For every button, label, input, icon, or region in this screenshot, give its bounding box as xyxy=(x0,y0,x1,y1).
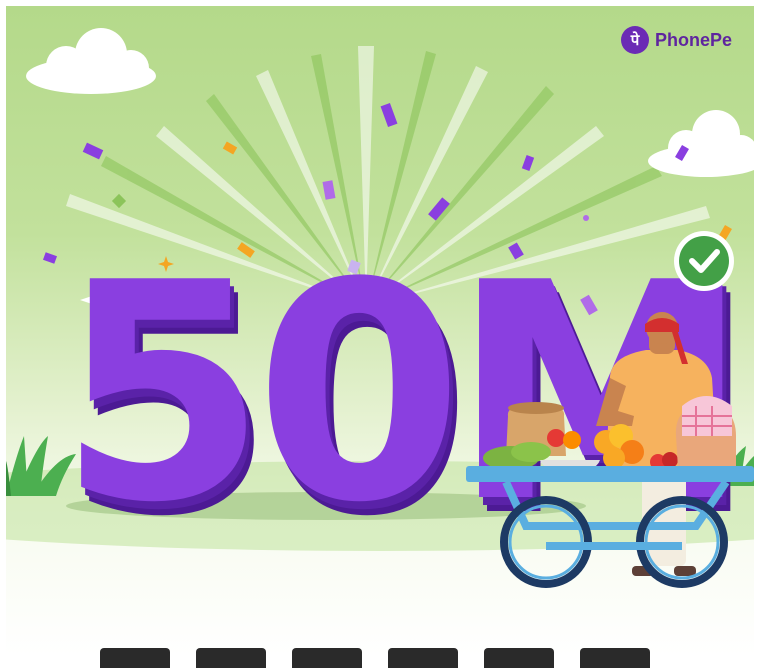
check-badge-icon xyxy=(674,231,734,291)
vendor-cart-illustration xyxy=(466,312,754,588)
cropped-caption xyxy=(100,648,740,668)
cart-tray xyxy=(466,466,754,482)
banner: पे PhonePe 50M xyxy=(6,6,754,656)
foreground-illustration xyxy=(466,231,754,588)
